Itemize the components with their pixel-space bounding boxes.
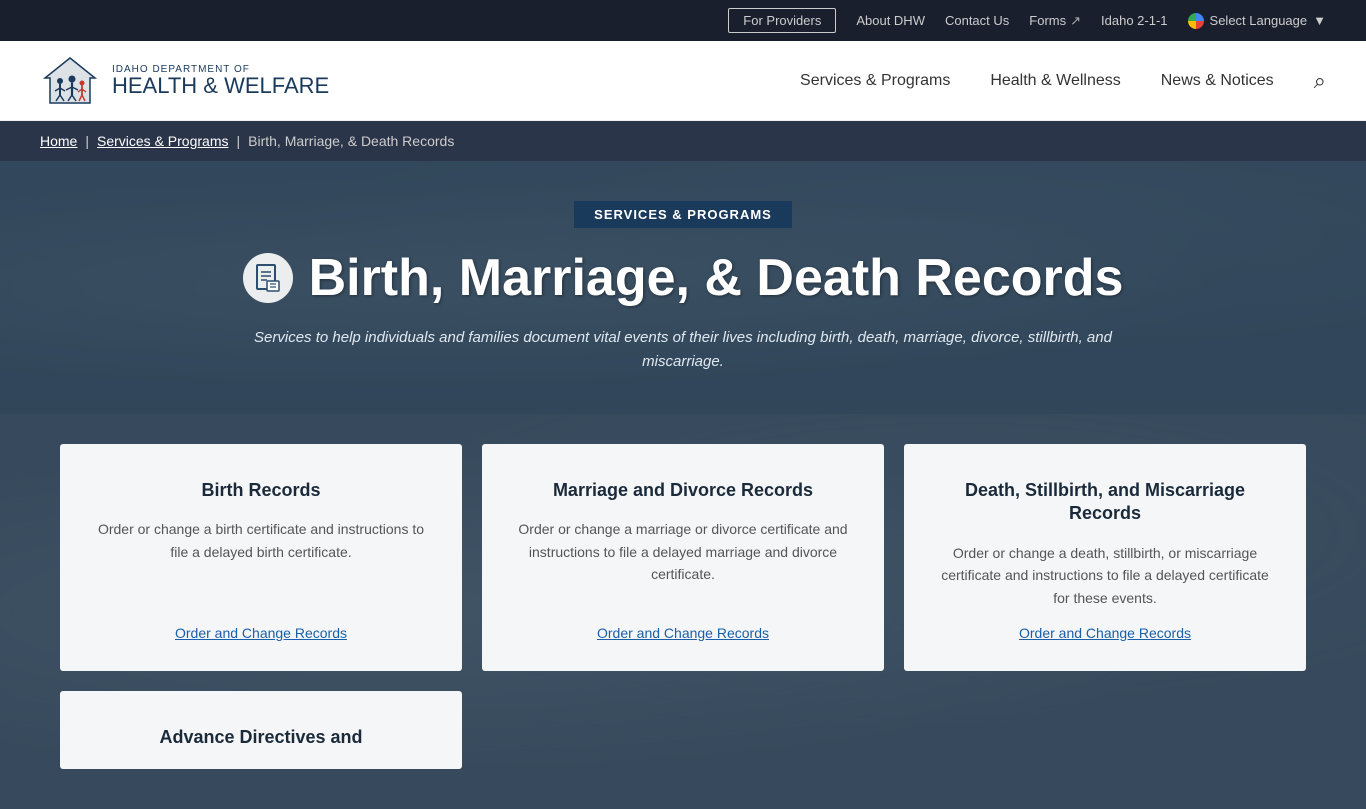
hero-content: SERVICES & PROGRAMS Birth, Marriage, & D…	[233, 201, 1133, 374]
for-providers-button[interactable]: For Providers	[728, 8, 836, 33]
marriage-records-desc: Order or change a marriage or divorce ce…	[512, 518, 854, 609]
category-badge: SERVICES & PROGRAMS	[574, 201, 792, 228]
nav-news-notices[interactable]: News & Notices	[1161, 72, 1274, 90]
death-records-link[interactable]: Order and Change Records	[934, 625, 1276, 641]
top-bar: For Providers About DHW Contact Us Forms…	[0, 0, 1366, 41]
breadcrumb-current: Birth, Marriage, & Death Records	[248, 133, 454, 149]
marriage-records-title: Marriage and Divorce Records	[512, 479, 854, 502]
death-records-title: Death, Stillbirth, and Miscarriage Recor…	[934, 479, 1276, 526]
breadcrumb-separator-2: |	[236, 133, 240, 149]
marriage-records-link[interactable]: Order and Change Records	[512, 625, 854, 641]
logo-icon	[40, 53, 100, 108]
death-records-card: Death, Stillbirth, and Miscarriage Recor…	[904, 444, 1306, 671]
records-icon	[243, 253, 293, 303]
nav-services-programs[interactable]: Services & Programs	[800, 72, 950, 90]
advance-directives-card: Advance Directives and	[60, 691, 462, 769]
forms-link-container: Forms ↗	[1029, 13, 1081, 29]
page-title: Birth, Marriage, & Death Records	[309, 248, 1124, 308]
search-button[interactable]: ⌕	[1314, 68, 1326, 94]
language-selector[interactable]: Select Language ▼	[1188, 13, 1326, 29]
hero-subtitle: Services to help individuals and familie…	[233, 326, 1133, 374]
hero-section: SERVICES & PROGRAMS Birth, Marriage, & D…	[0, 161, 1366, 414]
breadcrumb-home[interactable]: Home	[40, 133, 77, 149]
advance-directives-title: Advance Directives and	[90, 726, 432, 749]
cards-section: Birth Records Order or change a birth ce…	[0, 414, 1366, 809]
birth-records-card: Birth Records Order or change a birth ce…	[60, 444, 462, 671]
nav-health-wellness[interactable]: Health & Wellness	[990, 72, 1120, 90]
main-navigation: Services & Programs Health & Wellness Ne…	[800, 68, 1326, 94]
birth-records-link[interactable]: Order and Change Records	[90, 625, 432, 641]
birth-records-desc: Order or change a birth certificate and …	[90, 518, 432, 609]
contact-us-link[interactable]: Contact Us	[945, 13, 1009, 28]
external-link-icon: ↗	[1070, 13, 1081, 29]
marriage-records-card: Marriage and Divorce Records Order or ch…	[482, 444, 884, 671]
cards-grid: Birth Records Order or change a birth ce…	[60, 444, 1306, 671]
main-header: IDAHO DEPARTMENT OF HEALTH & WELFARE Ser…	[0, 41, 1366, 121]
about-dhw-link[interactable]: About DHW	[856, 13, 925, 28]
logo-agency-name: HEALTH & WELFARE	[112, 75, 329, 97]
dropdown-chevron-icon: ▼	[1313, 13, 1326, 28]
forms-link[interactable]: Forms	[1029, 13, 1066, 28]
birth-records-title: Birth Records	[90, 479, 432, 502]
breadcrumb-separator-1: |	[85, 133, 89, 149]
death-records-desc: Order or change a death, stillbirth, or …	[934, 542, 1276, 609]
cards-row-2: Advance Directives and	[60, 691, 1306, 769]
select-language-label: Select Language	[1210, 13, 1308, 28]
idaho211-link[interactable]: Idaho 2-1-1	[1101, 13, 1168, 28]
logo-text: IDAHO DEPARTMENT OF HEALTH & WELFARE	[112, 64, 329, 97]
breadcrumb-services[interactable]: Services & Programs	[97, 133, 228, 149]
logo-link[interactable]: IDAHO DEPARTMENT OF HEALTH & WELFARE	[40, 53, 329, 108]
breadcrumb: Home | Services & Programs | Birth, Marr…	[0, 121, 1366, 161]
hero-title-row: Birth, Marriage, & Death Records	[233, 248, 1133, 308]
google-translate-icon	[1188, 13, 1204, 29]
